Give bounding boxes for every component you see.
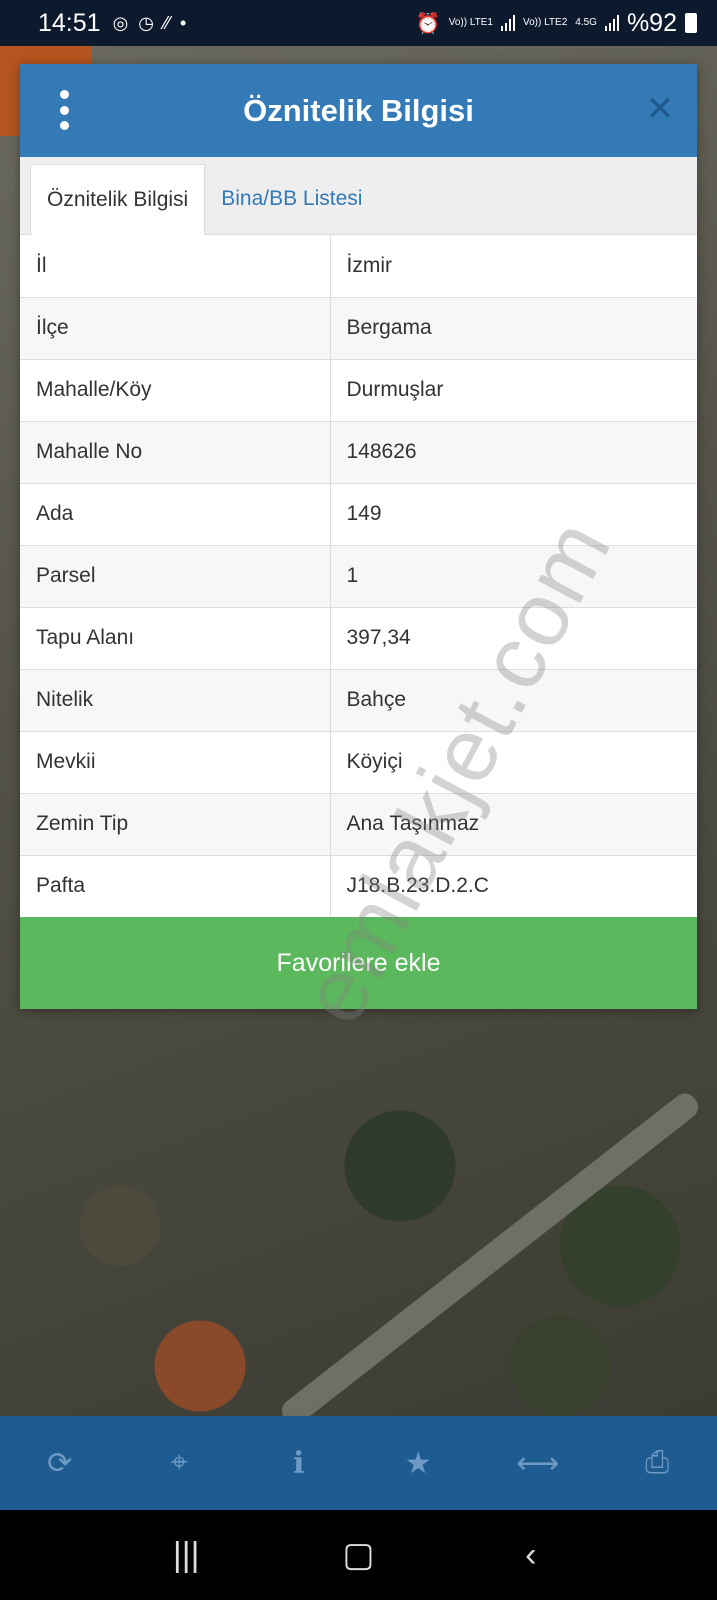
data-saver-icon: ⁄⁄ bbox=[164, 12, 171, 33]
attribute-table: İl İzmir İlçe Bergama Mahalle/Köy Durmuşlar Ma… bbox=[20, 235, 697, 917]
table-row: İlçe Bergama bbox=[20, 296, 697, 359]
dialog-title: Öznitelik Bilgisi bbox=[243, 92, 474, 128]
tab-attribute-info[interactable]: Öznitelik Bilgisi bbox=[30, 164, 206, 235]
attribute-value: J18.B.23.D.2.C bbox=[330, 854, 697, 917]
attribute-value: İzmir bbox=[346, 253, 393, 277]
table-row: Nitelik Bahçe bbox=[20, 668, 697, 731]
attribute-value: Ana Taşınmaz bbox=[330, 792, 697, 855]
attribute-key: Pafta bbox=[20, 854, 331, 917]
signal-icon-2 bbox=[604, 15, 619, 31]
back-icon[interactable]: ‹ bbox=[501, 1536, 561, 1575]
table-row: Parsel 1 bbox=[20, 544, 697, 607]
tab-building-list[interactable]: Bina/BB Listesi bbox=[205, 164, 378, 234]
attribute-key: Mevkii bbox=[20, 730, 331, 793]
attribute-key: Parsel bbox=[20, 544, 331, 607]
notification-dot-icon: • bbox=[180, 12, 187, 33]
table-row: İl İzmir bbox=[20, 235, 697, 297]
table-row: Mahalle/Köy Durmuşlar bbox=[20, 358, 697, 421]
add-favorite-button[interactable]: Favorilere ekle bbox=[20, 917, 697, 1009]
attribute-value: Bergama bbox=[330, 296, 697, 359]
tab-bar: Öznitelik Bilgisi Bina/BB Listesi bbox=[20, 157, 697, 235]
network-lte1: Vo)) LTE1 bbox=[448, 17, 493, 28]
clock: 14:51 bbox=[38, 8, 101, 37]
timer-icon: ◷ bbox=[138, 12, 154, 33]
chrome-icon: ◎ bbox=[112, 12, 129, 33]
refresh-icon[interactable]: ⟳ bbox=[35, 1438, 85, 1488]
more-options-icon[interactable] bbox=[54, 90, 74, 130]
measure-icon[interactable]: ⟷ bbox=[513, 1438, 563, 1488]
signal-icon-1 bbox=[500, 15, 515, 31]
attribute-key: Mahalle/Köy bbox=[20, 358, 331, 421]
attribute-value: 149 bbox=[330, 482, 697, 545]
attribute-key: Ada bbox=[20, 482, 331, 545]
attribute-value: Durmuşlar bbox=[330, 358, 697, 421]
attribute-value: 1 bbox=[330, 544, 697, 607]
table-row: Ada 149 bbox=[20, 482, 697, 545]
recent-apps-icon[interactable]: ||| bbox=[156, 1536, 216, 1575]
table-row: Zemin Tip Ana Taşınmaz bbox=[20, 792, 697, 855]
network-speed: 4.5G bbox=[575, 17, 597, 28]
map-road bbox=[277, 1088, 703, 1416]
dialog-header: Öznitelik Bilgisi ✕ bbox=[20, 64, 697, 157]
attribute-key: İl bbox=[20, 235, 331, 297]
attribute-key: Zemin Tip bbox=[20, 792, 331, 855]
attribute-dialog: Öznitelik Bilgisi ✕ Öznitelik Bilgisi Bi… bbox=[20, 64, 697, 1009]
attribute-key: İlçe bbox=[20, 296, 331, 359]
attribute-value: Bahçe bbox=[330, 668, 697, 731]
star-icon[interactable]: ★ bbox=[393, 1438, 443, 1488]
status-bar: 14:51 ◎ ◷ ⁄⁄ • ⏰ Vo)) LTE1 Vo)) LTE2 4.5… bbox=[0, 0, 717, 46]
alarm-icon: ⏰ bbox=[415, 12, 441, 35]
attribute-key: Tapu Alanı bbox=[20, 606, 331, 669]
locate-icon[interactable]: ⌖ bbox=[154, 1438, 204, 1488]
system-nav-bar: ||| ▢ ‹ bbox=[0, 1510, 717, 1600]
home-icon[interactable]: ▢ bbox=[328, 1535, 388, 1575]
table-row: Pafta J18.B.23.D.2.C bbox=[20, 854, 697, 917]
attribute-value: Köyiçi bbox=[330, 730, 697, 793]
attribute-key: Nitelik bbox=[20, 668, 331, 731]
table-row: Mahalle No 148626 bbox=[20, 420, 697, 483]
map-toolbar: ⟳ ⌖ i ★ ⟷ ⎙ bbox=[0, 1416, 717, 1510]
attribute-value: 148626 bbox=[330, 420, 697, 483]
table-row: Tapu Alanı 397,34 bbox=[20, 606, 697, 669]
table-row: Mevkii Köyiçi bbox=[20, 730, 697, 793]
attribute-value: 397,34 bbox=[330, 606, 697, 669]
print-icon[interactable]: ⎙ bbox=[632, 1438, 682, 1488]
attribute-key: Mahalle No bbox=[20, 420, 331, 483]
battery-icon bbox=[685, 13, 697, 33]
info-icon[interactable]: i bbox=[274, 1438, 324, 1488]
close-icon[interactable]: ✕ bbox=[645, 92, 675, 126]
battery-percent: %92 bbox=[626, 8, 677, 37]
network-lte2: Vo)) LTE2 bbox=[522, 17, 568, 28]
